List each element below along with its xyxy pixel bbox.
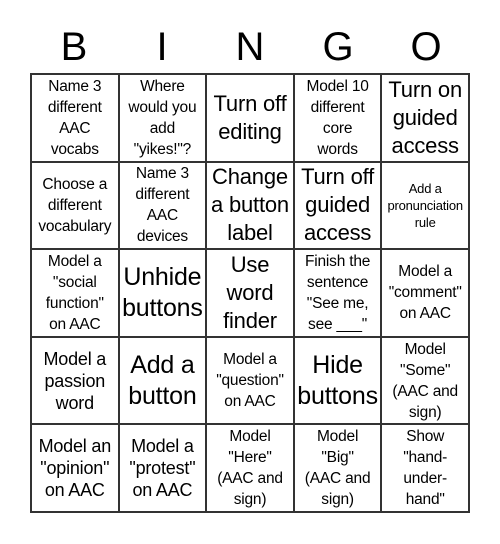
bingo-cell[interactable]: Name 3 different AAC devices	[118, 161, 207, 250]
bingo-cell[interactable]: Add a pronunciation rule	[381, 161, 469, 250]
bingo-cell[interactable]: Turn on guided access	[381, 74, 469, 162]
bingo-cell[interactable]: Add a button	[118, 336, 207, 425]
bingo-cell[interactable]: Change a button label	[206, 161, 294, 250]
bingo-cell[interactable]: Where would you add "yikes!"?	[118, 74, 207, 162]
bingo-cell[interactable]: Model "Some" (AAC and sign)	[381, 336, 469, 425]
bingo-cell[interactable]: Finish the sentence "See me, see ___"	[293, 249, 382, 337]
bingo-cell[interactable]: Hide buttons	[293, 336, 382, 425]
bingo-cell[interactable]: Model "Big" (AAC and sign)	[293, 424, 382, 512]
header-letter-g: G	[322, 25, 354, 69]
header-letter-n: N	[235, 25, 265, 69]
bingo-cell[interactable]: Model a passion word	[31, 336, 119, 425]
bingo-header: B I N G O	[30, 22, 470, 72]
bingo-cell[interactable]: Show "hand- under- hand"	[381, 424, 469, 512]
bingo-cell[interactable]: Model "Here" (AAC and sign)	[206, 424, 294, 512]
bingo-cell[interactable]: Model a "question" on AAC	[206, 336, 294, 425]
header-letter-b: B	[60, 25, 88, 69]
bingo-cell[interactable]: Model a "social function" on AAC	[31, 249, 119, 337]
bingo-grid: Name 3 different AAC vocabs Where would y…	[30, 73, 470, 513]
header-letter-o: O	[410, 25, 442, 69]
bingo-cell[interactable]: Name 3 different AAC vocabs	[31, 74, 119, 162]
bingo-cell[interactable]: Model a "comment" on AAC	[381, 249, 469, 337]
bingo-cell[interactable]: Turn off guided access	[293, 161, 382, 250]
bingo-cell[interactable]: Unhide buttons	[118, 249, 207, 337]
bingo-cell[interactable]: Use word finder	[206, 249, 294, 337]
bingo-cell[interactable]: Model a "protest" on AAC	[118, 424, 207, 512]
bingo-cell[interactable]: Model an "opinion" on AAC	[31, 424, 119, 512]
bingo-cell[interactable]: Turn off editing	[206, 74, 294, 162]
bingo-cell[interactable]: Choose a different vocabulary	[31, 161, 119, 250]
bingo-cell[interactable]: Model 10 different core words	[293, 74, 382, 162]
header-letter-i: I	[156, 25, 168, 69]
